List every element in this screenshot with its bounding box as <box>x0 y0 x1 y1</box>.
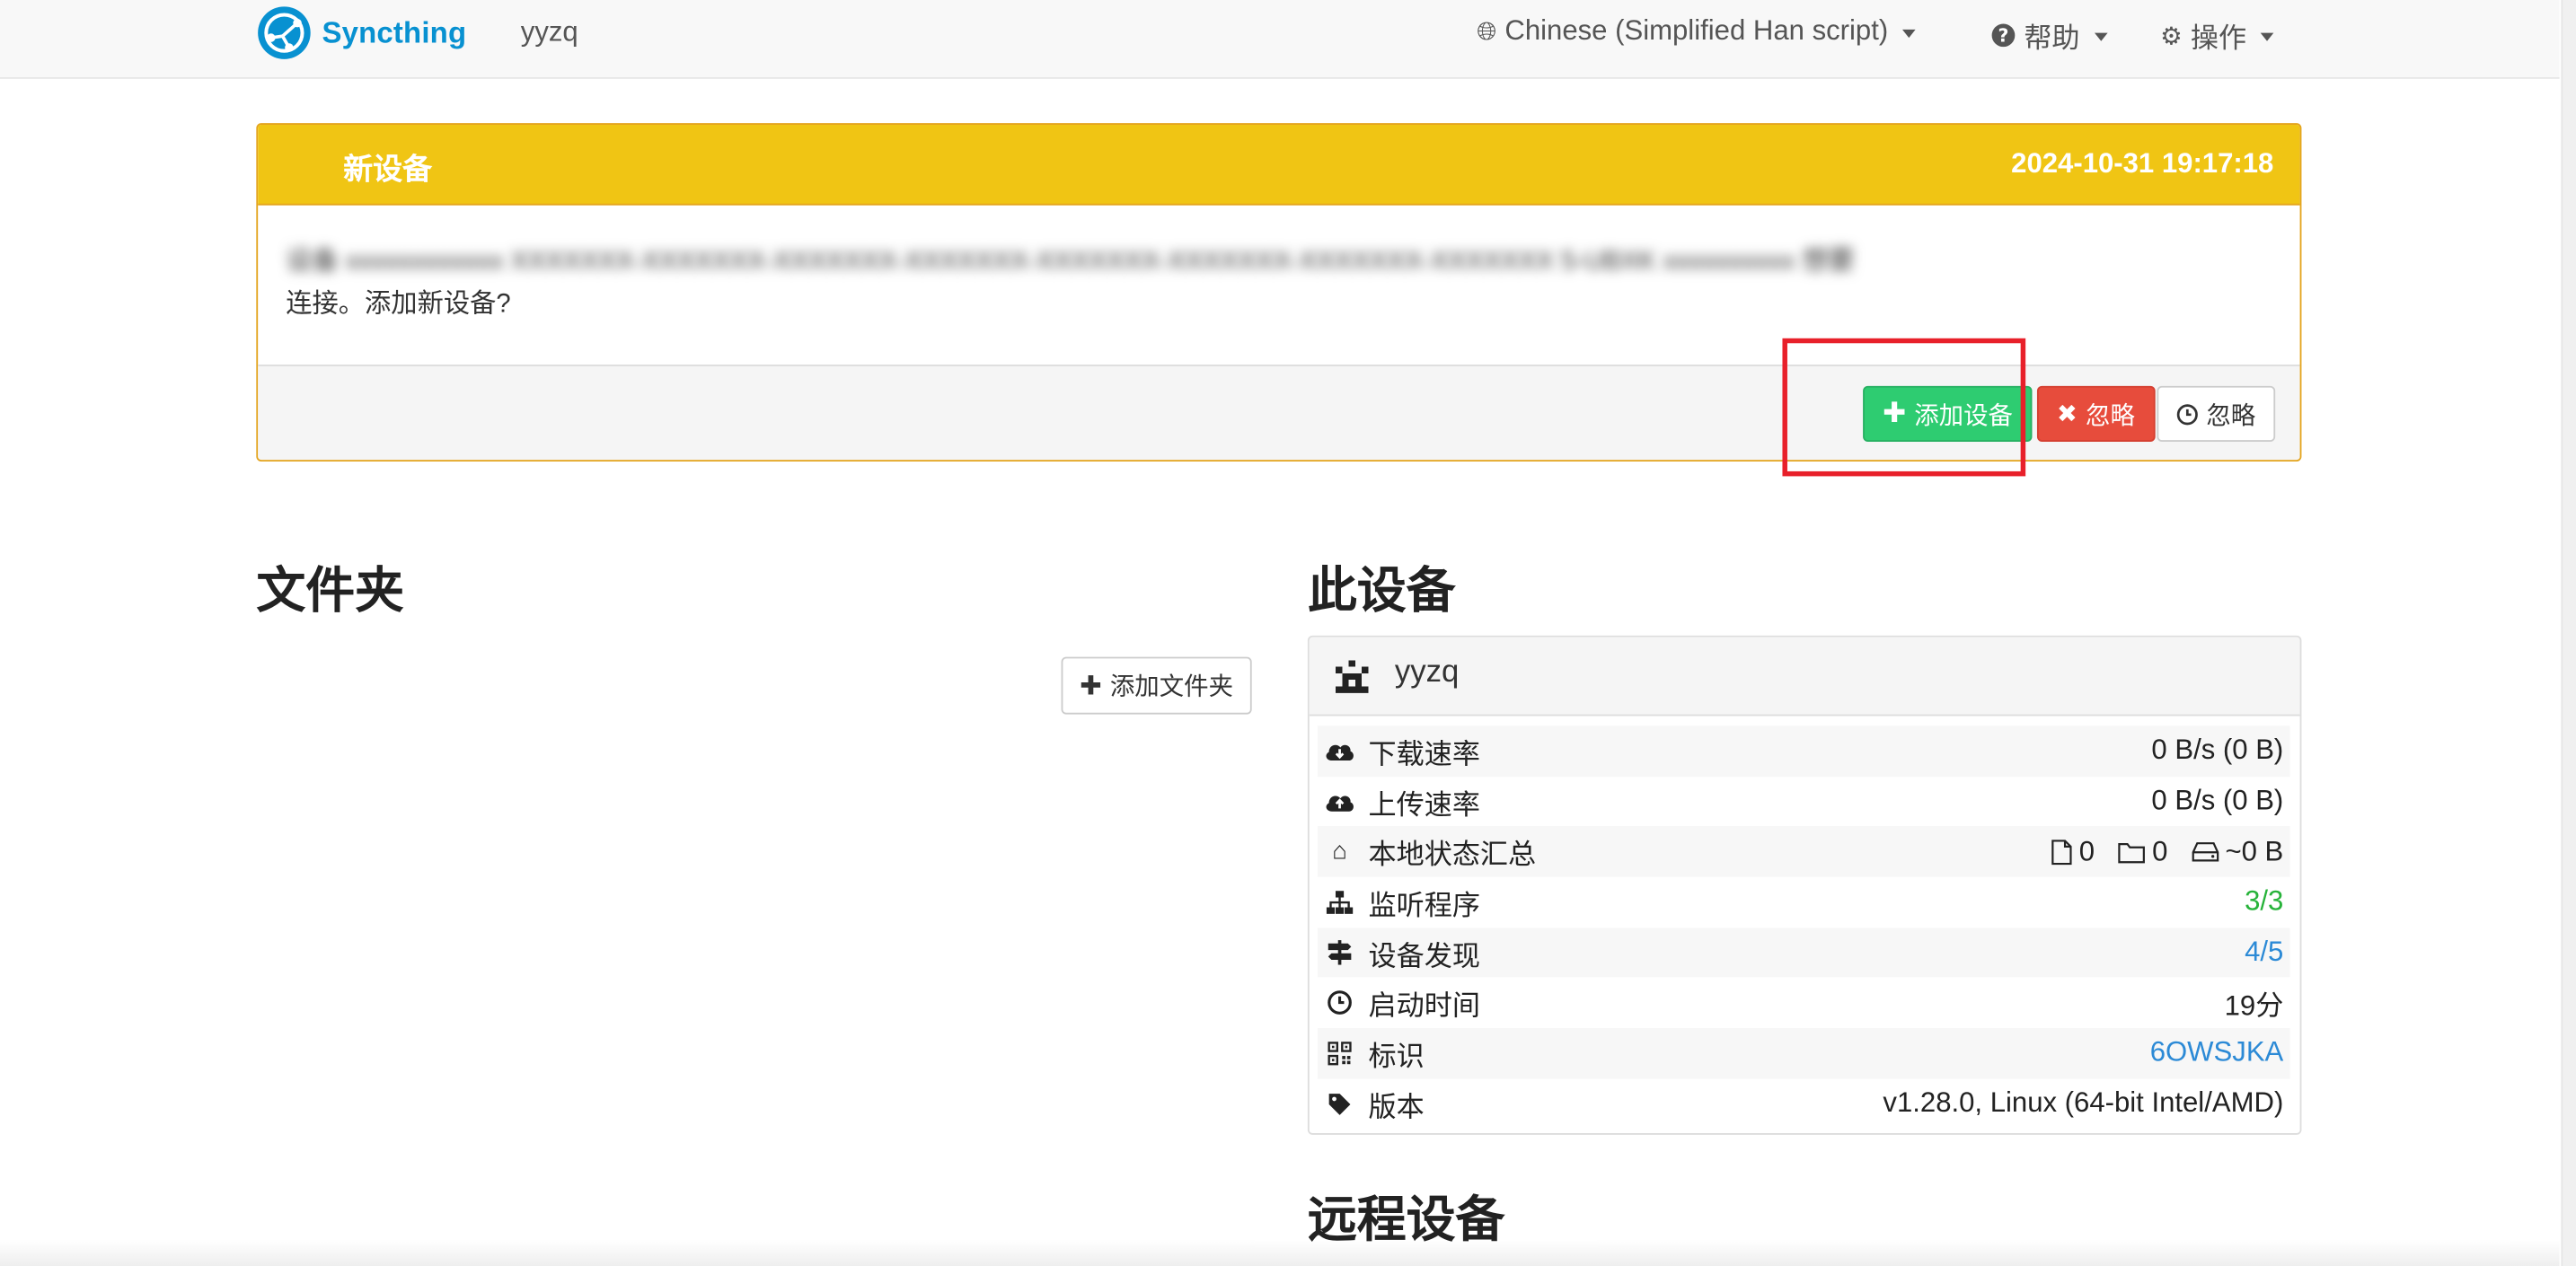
dismiss-later-label: 忽略 <box>2206 401 2256 430</box>
row-label: 下载速率 <box>1368 738 1480 770</box>
clock-icon <box>2176 403 2198 425</box>
navbar: Syncthing yyzq 🌐︎ Chinese (Simplified Ha… <box>0 0 2560 79</box>
row-label: 设备发现 <box>1368 940 1480 972</box>
notification-message-blurred: 设备 xxxxxxxxxxxx XXXXXXX-XXXXXXX-XXXXXXX-… <box>286 248 1855 277</box>
notification-header: 新设备 2024-10-31 19:17:18 <box>258 125 2300 206</box>
bottom-fade <box>0 1239 2560 1266</box>
language-menu[interactable]: 🌐︎ Chinese (Simplified Han script) <box>1477 14 1917 48</box>
notification-title: 新设备 <box>343 153 433 186</box>
this-device-header[interactable]: yyzq <box>1309 637 2300 717</box>
table-row-listeners: 监听程序 3/3 <box>1318 877 2290 928</box>
hdd-icon <box>2191 842 2219 862</box>
tag-icon <box>1328 1093 1351 1115</box>
caret-down-icon <box>2261 32 2275 41</box>
local-size: ~0 B <box>2191 835 2283 868</box>
close-icon: ✖ <box>2056 400 2078 429</box>
table-row-local-state: ⌂ 本地状态汇总 0 0 ~0 B <box>1317 826 2290 877</box>
row-value: v1.28.0, Linux (64-bit Intel/AMD) <box>1883 1087 2284 1119</box>
brand[interactable]: Syncthing <box>256 4 466 60</box>
app-root: Syncthing yyzq 🌐︎ Chinese (Simplified Ha… <box>0 0 2576 1266</box>
signpost-icon <box>1328 940 1352 965</box>
help-menu[interactable]: ? 帮助 <box>1991 14 2108 56</box>
dismiss-later-button[interactable]: 忽略 <box>2157 385 2276 443</box>
svg-text:?: ? <box>1998 25 2008 47</box>
device-stats-table: 下载速率 0 B/s (0 B) 上传速率 0 B/s (0 B) ⌂ 本地状态… <box>1317 725 2290 1129</box>
folder-count: 0 <box>2118 835 2167 868</box>
caret-down-icon <box>1902 29 1917 38</box>
cloud-download-icon <box>1326 744 1354 760</box>
row-label: 上传速率 <box>1368 788 1480 821</box>
notification-timestamp: 2024-10-31 19:17:18 <box>2011 147 2274 180</box>
clock-icon <box>1328 990 1352 1015</box>
folders-heading: 文件夹 <box>256 565 404 620</box>
sitemap-icon <box>1326 891 1354 914</box>
file-icon <box>2051 839 2071 865</box>
table-row-uptime: 启动时间 19分 <box>1318 978 2290 1028</box>
ignore-label: 忽略 <box>2086 401 2135 430</box>
row-label: 标识 <box>1368 1041 1425 1073</box>
hostname: yyzq <box>520 16 578 48</box>
table-row-upload-rate: 上传速率 0 B/s (0 B) <box>1318 777 2290 827</box>
home-icon: ⌂ <box>1332 838 1347 866</box>
file-count: 0 <box>2050 835 2095 868</box>
question-circle-icon: ? <box>1991 23 2016 48</box>
folder-icon <box>2118 842 2146 863</box>
gear-icon: ⚙︎ <box>2160 22 2183 50</box>
help-label: 帮助 <box>2024 22 2080 55</box>
device-id-link[interactable]: 6OWSJKA <box>2150 1037 2284 1070</box>
globe-icon: 🌐︎ <box>1477 17 1497 46</box>
actions-label: 操作 <box>2190 22 2247 55</box>
this-device-panel: yyzq 下载速率 0 B/s (0 B) 上传速率 0 B/s (0 B) ⌂… <box>1307 635 2302 1135</box>
notification-message: 连接。添加新设备? <box>286 290 511 319</box>
language-label: Chinese (Simplified Han script) <box>1504 14 1889 47</box>
qrcode-icon <box>1328 1042 1352 1066</box>
row-value: 19分 <box>2224 990 2284 1023</box>
actions-menu[interactable]: ⚙︎ 操作 <box>2160 14 2275 56</box>
ignore-device-button[interactable]: ✖ 忽略 <box>2036 385 2155 443</box>
device-name: yyzq <box>1394 655 1460 690</box>
row-label: 本地状态汇总 <box>1368 840 1537 871</box>
plus-icon: ✚ <box>1080 672 1102 701</box>
device-identicon-icon <box>1335 660 1369 693</box>
row-label: 启动时间 <box>1368 990 1480 1023</box>
row-value: 0 B/s (0 B) <box>2151 785 2284 817</box>
highlight-box <box>1782 338 2026 477</box>
table-row-identification: 标识 6OWSJKA <box>1317 1028 2290 1079</box>
scrollbar[interactable] <box>2561 0 2576 1266</box>
this-device-heading: 此设备 <box>1307 565 1456 620</box>
caret-down-icon <box>2094 32 2108 41</box>
table-row-discovery: 设备发现 4/5 <box>1317 927 2290 979</box>
syncthing-logo-icon <box>258 6 311 59</box>
table-row-version: 版本 v1.28.0, Linux (64-bit Intel/AMD) <box>1318 1078 2290 1129</box>
row-value[interactable]: 4/5 <box>2245 936 2283 970</box>
table-row-download-rate: 下载速率 0 B/s (0 B) <box>1317 725 2290 777</box>
brand-name: Syncthing <box>322 15 467 48</box>
row-value: 0 B/s (0 B) <box>2151 734 2284 766</box>
cloud-upload-icon <box>1326 795 1354 811</box>
row-value[interactable]: 3/3 <box>2245 886 2283 919</box>
row-label: 版本 <box>1368 1091 1425 1123</box>
add-folder-button[interactable]: ✚ 添加文件夹 <box>1061 656 1252 715</box>
add-folder-label: 添加文件夹 <box>1109 673 1234 701</box>
row-label: 监听程序 <box>1368 890 1480 921</box>
